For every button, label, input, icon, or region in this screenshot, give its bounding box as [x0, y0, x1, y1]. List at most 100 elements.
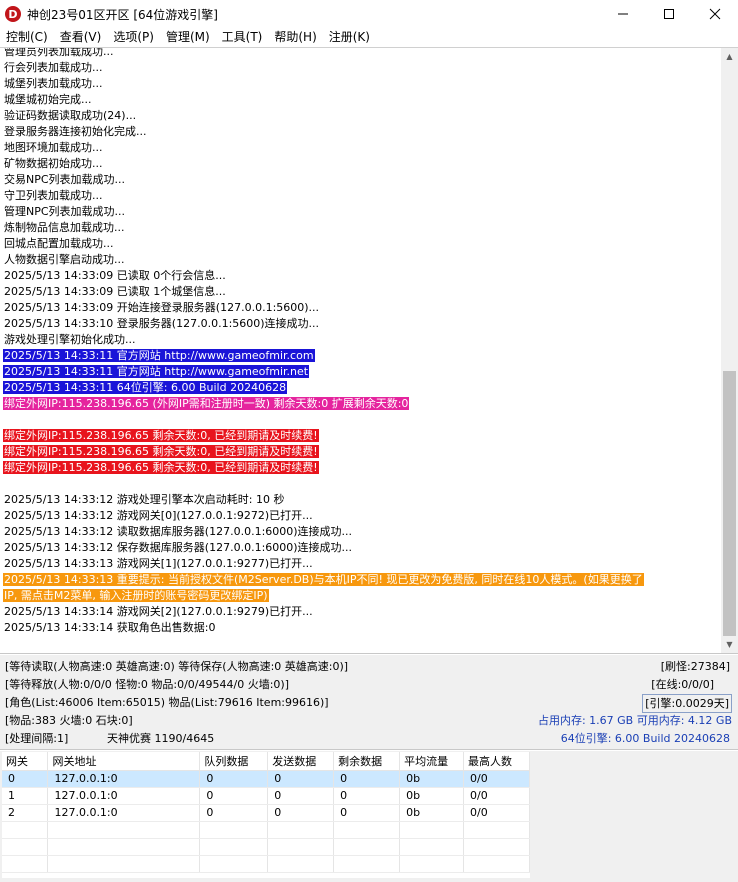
log-line: 人物数据引擎启动成功... — [3, 252, 715, 268]
menu-options[interactable]: 选项(P) — [107, 28, 160, 46]
log-line-text: 验证码数据读取成功(24)... — [4, 109, 137, 122]
table-cell: 0 — [199, 787, 269, 805]
scroll-up-icon[interactable]: ▲ — [721, 48, 738, 65]
gate-table: 网关 网关地址 队列数据 发送数据 剩余数据 平均流量 最高人数 0 127.0.… — [2, 752, 530, 873]
table-cell: 0 — [199, 770, 269, 788]
table-cell: 0 — [267, 770, 335, 788]
empty-cell — [199, 838, 269, 856]
column-header[interactable]: 最高人数 — [463, 752, 530, 771]
table-row[interactable]: 2 127.0.0.1:0 0 0 0 0b 0/0 — [2, 804, 530, 822]
log-line-text — [3, 413, 5, 426]
app-logo-icon[interactable]: D — [5, 6, 21, 22]
log-line — [3, 476, 715, 492]
menu-tools[interactable]: 工具(T) — [216, 28, 269, 46]
table-cell: 0/0 — [463, 804, 530, 822]
status-roles: [角色(List:46006 Item:65015) 物品(List:79616… — [5, 696, 329, 709]
column-header[interactable]: 网关 — [2, 752, 49, 771]
table-cell: 0 — [199, 804, 269, 822]
column-header[interactable]: 队列数据 — [199, 752, 269, 771]
empty-cell — [267, 855, 335, 873]
empty-cell — [47, 821, 201, 839]
minimize-icon — [618, 13, 628, 15]
log-line: 2025/5/13 14:33:12 游戏处理引擎本次启动耗时: 10 秒 — [3, 492, 715, 508]
menu-manage[interactable]: 管理(M) — [160, 28, 216, 46]
table-cell: 0b — [399, 787, 465, 805]
log-line: 2025/5/13 14:33:11 官方网站 http://www.gameo… — [3, 348, 715, 364]
log-line-text: 矿物数据初始成功... — [4, 157, 103, 170]
empty-cell — [463, 838, 530, 856]
log-line-text: 2025/5/13 14:33:13 游戏网关[1](127.0.0.1:927… — [4, 557, 313, 570]
table-cell: 0/0 — [463, 787, 530, 805]
log-line: IP, 需点击M2菜单, 输入注册时的账号密码更改绑定IP) — [3, 588, 715, 604]
log-line-text: 2025/5/13 14:33:09 已读取 1个城堡信息... — [4, 285, 226, 298]
column-header[interactable]: 剩余数据 — [333, 752, 401, 771]
title-bar: D 神创23号01区开区 [64位游戏引擎] — [0, 0, 738, 28]
log-line: 地图环境加载成功... — [3, 140, 715, 156]
status-online: [在线:0/0/0] — [651, 678, 714, 691]
log-line: 2025/5/13 14:33:09 已读取 1个城堡信息... — [3, 284, 715, 300]
status-memory: 占用内存: 1.67 GB 可用内存: 4.12 GB — [537, 714, 732, 727]
log-line-text: 2025/5/13 14:33:10 登录服务器(127.0.0.1:5600)… — [4, 317, 320, 330]
empty-cell — [399, 855, 465, 873]
empty-cell — [463, 855, 530, 873]
status-spawn: [刷怪:27384] — [660, 660, 730, 673]
table-cell: 0b — [399, 770, 465, 788]
empty-cell — [199, 855, 269, 873]
log-line: 验证码数据读取成功(24)... — [3, 108, 715, 124]
table-cell: 0/0 — [463, 770, 530, 788]
status-wait-read: [等待读取(人物高速:0 英雄高速:0) 等待保存(人物高速:0 英雄高速:0)… — [5, 660, 349, 673]
scroll-down-icon[interactable]: ▼ — [721, 636, 738, 653]
minimize-button[interactable] — [600, 0, 646, 28]
scroll-thumb[interactable] — [723, 371, 736, 636]
column-header[interactable]: 发送数据 — [267, 752, 335, 771]
log-line: 绑定外网IP:115.238.196.65 剩余天数:0, 已经到期请及时续费! — [3, 444, 715, 460]
maximize-button[interactable] — [646, 0, 692, 28]
menu-control[interactable]: 控制(C) — [0, 28, 54, 46]
log-line: 矿物数据初始成功... — [3, 156, 715, 172]
table-cell: 0 — [333, 804, 401, 822]
table-cell: 0b — [399, 804, 465, 822]
log-line-text: 绑定外网IP:115.238.196.65 剩余天数:0, 已经到期请及时续费! — [3, 429, 319, 442]
column-header[interactable]: 网关地址 — [47, 752, 201, 771]
log-line: 2025/5/13 14:33:13 重要提示: 当前授权文件(M2Server… — [3, 572, 715, 588]
log-line-text: 2025/5/13 14:33:12 读取数据库服务器(127.0.0.1:60… — [4, 525, 353, 538]
table-cell: 0 — [333, 787, 401, 805]
empty-cell — [2, 838, 49, 856]
log-line-text: 地图环境加载成功... — [4, 141, 103, 154]
status-wait-release: [等待释放(人物:0/0/0 怪物:0 物品:0/0/49544/0 火墙:0)… — [5, 678, 289, 691]
log-line-text: 管理NPC列表加载成功... — [4, 205, 126, 218]
table-row[interactable]: 1 127.0.0.1:0 0 0 0 0b 0/0 — [2, 787, 530, 805]
log-scrollbar[interactable]: ▲ ▼ — [721, 48, 738, 653]
log-line: 2025/5/13 14:33:14 游戏网关[2](127.0.0.1:927… — [3, 604, 715, 620]
status-items: [物品:383 火墙:0 石块:0] — [5, 714, 133, 727]
table-cell: 0 — [267, 787, 335, 805]
menu-register[interactable]: 注册(K) — [323, 28, 376, 46]
status-engine-version: 64位引擎: 6.00 Build 20240628 — [560, 732, 730, 745]
log-line-text: 登录服务器连接初始化完成... — [4, 125, 147, 138]
table-cell: 2 — [2, 804, 49, 822]
column-header[interactable]: 平均流量 — [399, 752, 465, 771]
table-row[interactable]: 0 127.0.0.1:0 0 0 0 0b 0/0 — [2, 770, 530, 788]
log-line: 炼制物品信息加载成功... — [3, 220, 715, 236]
log-line-text: 绑定外网IP:115.238.196.65 (外网IP需和注册时一致) 剩余天数… — [3, 397, 410, 410]
table-cell: 127.0.0.1:0 — [47, 770, 201, 788]
log-line-text: 回城点配置加载成功... — [4, 237, 114, 250]
table-cell: 0 — [2, 770, 49, 788]
status-server-name: 天神优赛 1190/4645 — [107, 732, 215, 745]
log-line-text: 行会列表加载成功... — [4, 61, 103, 74]
table-cell: 1 — [2, 787, 49, 805]
menu-help[interactable]: 帮助(H) — [268, 28, 322, 46]
empty-cell — [267, 838, 335, 856]
log-line-text: IP, 需点击M2菜单, 输入注册时的账号密码更改绑定IP) — [3, 589, 269, 602]
log-line-text: 守卫列表加载成功... — [4, 189, 103, 202]
empty-cell — [47, 855, 201, 873]
log-line: 2025/5/13 14:33:10 登录服务器(127.0.0.1:5600)… — [3, 316, 715, 332]
close-icon — [709, 8, 721, 20]
log-line-text — [3, 477, 5, 490]
empty-row — [2, 821, 530, 839]
close-button[interactable] — [692, 0, 738, 28]
menu-view[interactable]: 查看(V) — [54, 28, 108, 46]
log-output[interactable]: 管理员列表加载成功... 行会列表加载成功... 城堡列表加载成功... 城堡城初始完… — [0, 47, 738, 654]
log-line-text: 2025/5/13 14:33:14 游戏网关[2](127.0.0.1:927… — [4, 605, 313, 618]
empty-row — [2, 855, 530, 873]
